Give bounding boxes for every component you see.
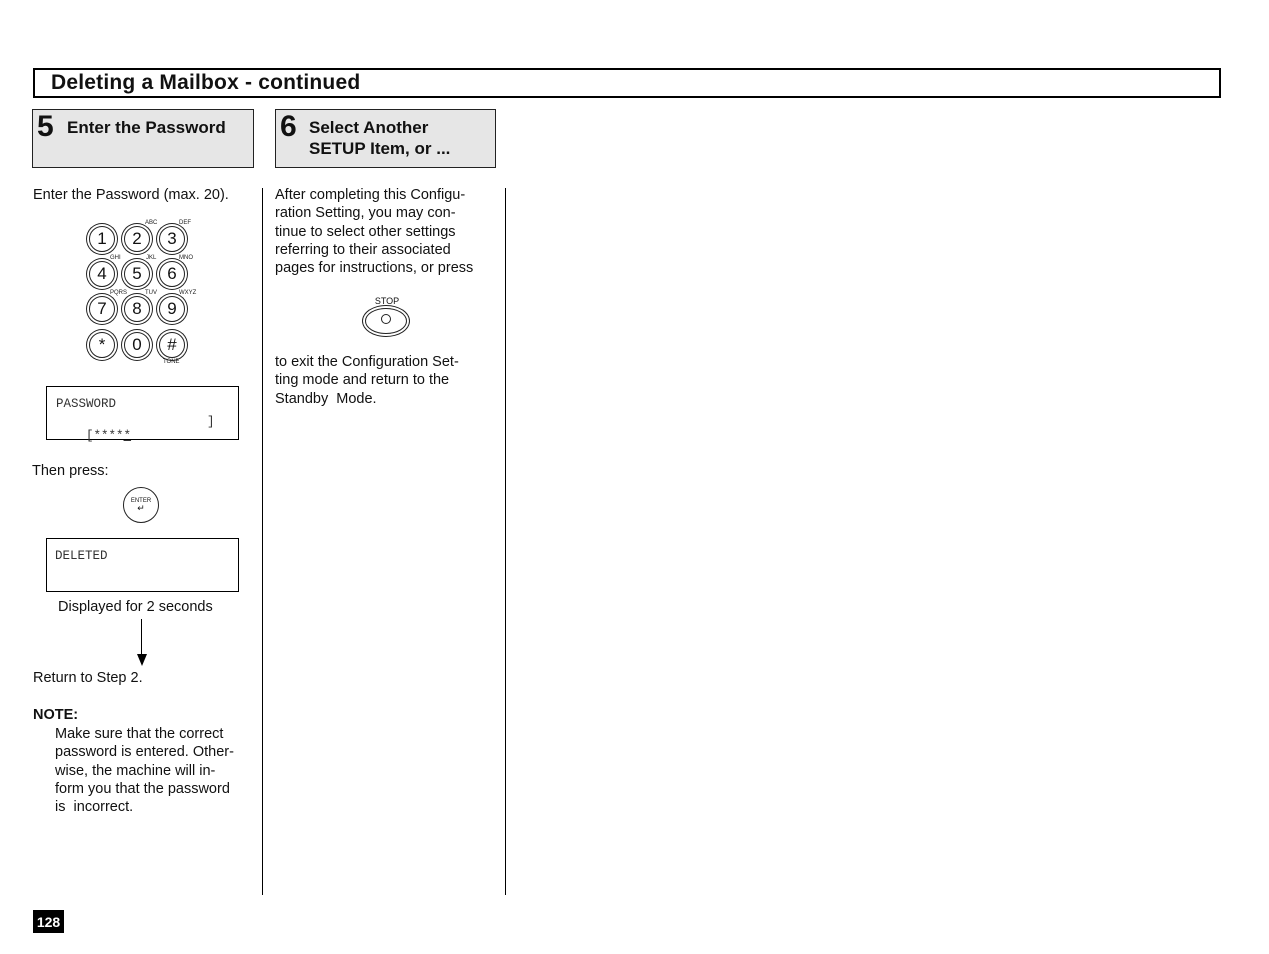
lcd-line: [***** bbox=[56, 415, 131, 457]
stop-icon bbox=[381, 314, 391, 324]
step5-instruction: Enter the Password (max. 20). bbox=[33, 187, 229, 203]
lcd-line: PASSWORD bbox=[56, 397, 117, 411]
lcd-display-password: PASSWORD [***** ] bbox=[46, 386, 239, 443]
lcd-line: DELETED bbox=[55, 549, 108, 563]
note-line: form you that the password bbox=[55, 780, 230, 797]
stop-button-shape bbox=[365, 308, 407, 334]
note-line: is incorrect. bbox=[55, 799, 134, 816]
key-7[interactable]: 7 bbox=[89, 296, 115, 322]
key-sublabel: TUV bbox=[145, 290, 157, 296]
key-1[interactable]: 1 bbox=[89, 226, 115, 252]
note-line: wise, the machine will in- bbox=[55, 762, 216, 779]
then-press-label: Then press: bbox=[32, 463, 109, 479]
column-divider bbox=[505, 188, 506, 895]
step-5-header: 5 Enter the Password bbox=[32, 109, 254, 168]
note-line: password is entered. Other- bbox=[55, 744, 234, 761]
enter-key[interactable]: ENTER ↵ bbox=[123, 487, 159, 523]
text-line: to exit the Configuration Set- bbox=[275, 354, 459, 370]
arrow-down-icon bbox=[137, 654, 147, 666]
step6-paragraph-2: to exit the Configuration Set- ting mode… bbox=[275, 353, 459, 408]
lcd-text: ] bbox=[207, 415, 215, 429]
section-title-box: Deleting a Mailbox - continued bbox=[33, 68, 1221, 98]
column-divider bbox=[262, 188, 263, 895]
note-line: Make sure that the correct bbox=[55, 726, 224, 742]
note-label: NOTE: bbox=[33, 707, 79, 723]
return-to-step: Return to Step 2. bbox=[33, 670, 143, 686]
text-line: ting mode and return to the bbox=[275, 372, 450, 389]
page-number: 128 bbox=[33, 910, 64, 933]
key-8[interactable]: 8 bbox=[124, 296, 150, 322]
step-title: Enter the Password bbox=[67, 118, 226, 137]
key-sublabel: WXYZ bbox=[179, 290, 197, 296]
text-line: ration Setting, you may con- bbox=[275, 205, 456, 222]
lcd-text: [**** bbox=[86, 429, 124, 443]
step-6-header: 6 Select Another SETUP Item, or ... bbox=[275, 109, 496, 168]
note-text: Make sure that the correct password is e… bbox=[55, 725, 234, 816]
stop-key-label: STOP bbox=[374, 296, 400, 306]
key-9[interactable]: 9 bbox=[159, 296, 185, 322]
text-line: pages for instructions, or press bbox=[275, 260, 474, 277]
key-4[interactable]: 4 bbox=[89, 261, 115, 287]
page-title: Deleting a Mailbox - continued bbox=[51, 71, 361, 94]
keypad: 1 2 3 ABC DEF 4 5 6 GHI JKL MNO 7 8 9 PQ… bbox=[86, 220, 206, 370]
lcd-cursor: * bbox=[123, 429, 132, 443]
key-sublabel: TONE bbox=[163, 359, 180, 365]
step6-paragraph-1: After completing this Configu- ration Se… bbox=[275, 186, 473, 277]
key-6[interactable]: 6 bbox=[159, 261, 185, 287]
lcd-display-deleted: DELETED bbox=[46, 538, 239, 592]
enter-arrow-icon: ↵ bbox=[137, 503, 145, 513]
key-5[interactable]: 5 bbox=[124, 261, 150, 287]
key-star[interactable]: * bbox=[89, 332, 115, 358]
step-number: 6 bbox=[280, 110, 297, 143]
key-sublabel: JKL bbox=[146, 255, 157, 261]
text-line: After completing this Configu- bbox=[275, 187, 466, 203]
key-2[interactable]: 2 bbox=[124, 226, 150, 252]
stop-key[interactable]: STOP bbox=[360, 296, 414, 338]
key-sublabel: PQRS bbox=[110, 290, 128, 296]
displayed-duration: Displayed for 2 seconds bbox=[58, 599, 213, 615]
step-title: Select Another SETUP Item, or ... bbox=[309, 117, 450, 159]
key-hash[interactable]: # bbox=[159, 332, 185, 358]
step-number: 5 bbox=[37, 110, 54, 143]
key-sublabel: DEF bbox=[179, 220, 191, 226]
text-line: Standby Mode. bbox=[275, 390, 377, 407]
key-3[interactable]: 3 bbox=[159, 226, 185, 252]
step-title-line: SETUP Item, or ... bbox=[309, 139, 451, 158]
text-line: tinue to select other settings bbox=[275, 223, 456, 240]
key-sublabel: GHI bbox=[110, 255, 121, 261]
key-0[interactable]: 0 bbox=[124, 332, 150, 358]
key-sublabel: MNO bbox=[179, 255, 193, 261]
key-sublabel: ABC bbox=[145, 220, 158, 226]
flow-arrow-line bbox=[141, 619, 142, 656]
text-line: referring to their associated bbox=[275, 241, 451, 258]
step-title-line: Select Another bbox=[309, 118, 429, 137]
